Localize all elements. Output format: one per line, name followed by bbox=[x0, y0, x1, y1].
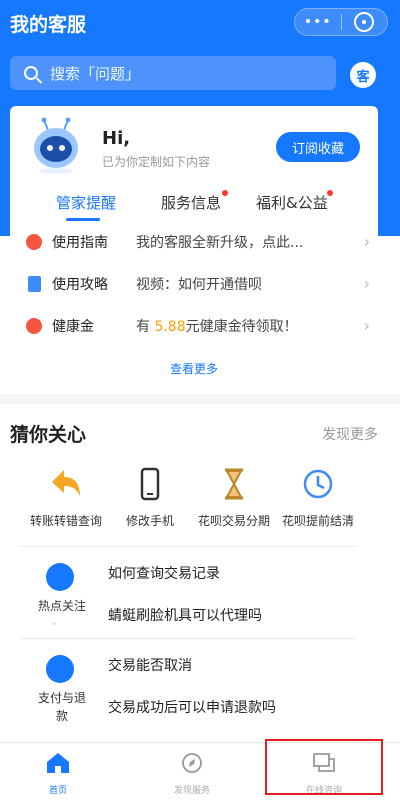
tab-welfare[interactable]: 福利&公益 bbox=[256, 192, 328, 213]
compass-icon bbox=[182, 753, 202, 773]
tab-butler-reminder[interactable]: 管家提醒 bbox=[56, 192, 116, 213]
active-tab-indicator bbox=[66, 218, 100, 221]
annotation-highlight-box bbox=[265, 739, 383, 795]
chevron-down-icon: ⌄ bbox=[50, 617, 59, 628]
list-item-label: 使用指南 bbox=[52, 235, 108, 251]
more-icon: ••• bbox=[303, 14, 332, 30]
health-icon bbox=[26, 318, 42, 334]
compass-icon bbox=[26, 234, 42, 250]
hot-question[interactable]: 交易能否取消 bbox=[108, 655, 192, 675]
greeting-subtitle: 已为你定制如下内容 bbox=[102, 155, 211, 169]
tab-home[interactable]: 首页 bbox=[8, 751, 108, 796]
chevron-right-icon: › bbox=[363, 316, 370, 335]
hot-topic-category: 支付与退款 bbox=[37, 691, 86, 723]
subscribe-button[interactable]: 订阅收藏 bbox=[276, 132, 360, 162]
list-item-text: 有 5.88元健康金待领取！ bbox=[136, 316, 298, 336]
tab-label: 发现服务 bbox=[173, 786, 210, 796]
target-icon bbox=[354, 12, 375, 32]
bag-icon bbox=[46, 655, 74, 683]
tab-discover[interactable]: 发现服务 bbox=[142, 751, 242, 796]
hot-question[interactable]: 交易成功后可以申请退款吗 bbox=[108, 697, 276, 717]
search-icon bbox=[24, 66, 38, 80]
chevron-right-icon: › bbox=[363, 274, 370, 293]
health-text-suffix: 元健康金待领取！ bbox=[185, 319, 298, 335]
search-placeholder: 搜索「问题」 bbox=[50, 64, 141, 83]
hot-question[interactable]: 蜻蜓刷脸机具可以代理吗 bbox=[108, 605, 262, 625]
page-title: 我的客服 bbox=[10, 14, 87, 36]
close-button[interactable] bbox=[342, 9, 388, 35]
search-input[interactable]: 搜索「问题」 bbox=[10, 56, 336, 90]
customer-service-button[interactable]: 客 bbox=[350, 62, 376, 88]
mini-program-capsule: ••• bbox=[294, 8, 388, 36]
tab-bar: 管家提醒 服务信息 福利&公益 bbox=[10, 184, 378, 221]
quick-action-label: 花呗提前结清 bbox=[281, 514, 354, 528]
phone-icon bbox=[140, 467, 160, 501]
more-menu-button[interactable]: ••• bbox=[295, 9, 341, 35]
list-item[interactable]: 健康金 有 5.88元健康金待领取！ › bbox=[10, 306, 378, 346]
chevron-right-icon: › bbox=[363, 232, 370, 251]
hot-topic-category: 热点关注 bbox=[37, 599, 86, 613]
section-title: 猜你关心 bbox=[10, 424, 87, 446]
document-icon bbox=[28, 276, 41, 292]
tab-service-info[interactable]: 服务信息 bbox=[161, 192, 221, 213]
greeting: Hi, bbox=[102, 128, 131, 149]
hot-topic-group: 支付与退款 交易能否取消 交易成功后可以申请退款吗 bbox=[20, 638, 356, 730]
undo-arrow-icon bbox=[52, 470, 80, 496]
hourglass-icon bbox=[225, 468, 243, 500]
list-item-text: 视频：如何开通借呗 bbox=[136, 277, 262, 293]
quick-action-early-payoff[interactable]: 花呗提前结清 bbox=[268, 466, 368, 529]
clock-icon bbox=[303, 469, 333, 499]
section-divider bbox=[0, 394, 400, 404]
home-icon bbox=[47, 753, 69, 773]
assistant-card: Hi, 已为你定制如下内容 订阅收藏 管家提醒 服务信息 福利&公益 使用指南 … bbox=[10, 106, 378, 394]
hot-topic-group: 热点关注 ⌄ 如何查询交易记录 蜻蜓刷脸机具可以代理吗 bbox=[20, 546, 356, 628]
hot-question[interactable]: 如何查询交易记录 bbox=[108, 563, 220, 583]
tab-label: 首页 bbox=[48, 786, 67, 796]
list-item[interactable]: 使用攻略 视频：如何开通借呗 › bbox=[10, 264, 378, 304]
health-amount: 5.88 bbox=[154, 319, 186, 335]
agent-icon bbox=[46, 563, 74, 591]
list-item-label: 健康金 bbox=[52, 319, 94, 335]
mascot-icon bbox=[34, 117, 78, 174]
tab-service-info-dot bbox=[222, 190, 228, 196]
discover-more-link[interactable]: 发现更多 bbox=[322, 424, 378, 444]
list-item-text: 我的客服全新升级，点此... bbox=[136, 235, 304, 251]
view-more-link[interactable]: 查看更多 bbox=[10, 360, 378, 377]
tab-welfare-dot bbox=[327, 190, 333, 196]
list-item-label: 使用攻略 bbox=[52, 277, 108, 293]
list-item[interactable]: 使用指南 我的客服全新升级，点此... › bbox=[10, 222, 378, 262]
health-text-prefix: 有 bbox=[136, 319, 155, 335]
